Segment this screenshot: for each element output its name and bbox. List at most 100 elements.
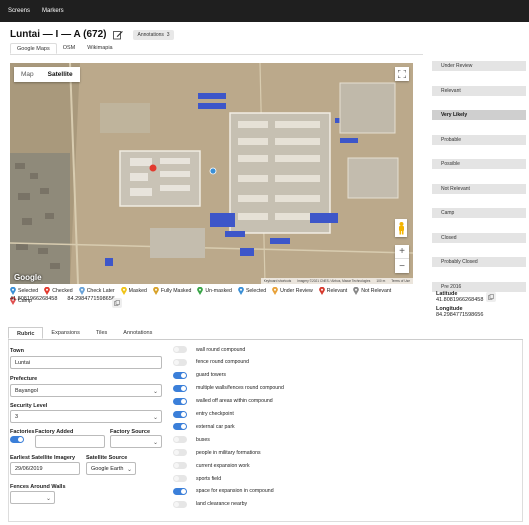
latlng-block: Latitude 41.8081966268458 Longitude 84.2… [436,291,483,318]
tab-annotations[interactable]: Annotations [115,327,160,339]
legend-item: Check Later [78,287,115,295]
prefecture-select[interactable]: Bayangol ⌄ [10,384,162,397]
checklist-toggle[interactable] [173,436,187,444]
checklist-label: fence round compound [196,359,250,366]
coords-lat: 41.8081966268458 [10,296,58,302]
checklist-toggle[interactable] [173,423,187,431]
tab-tiles[interactable]: Tiles [88,327,115,339]
checklist-toggle[interactable] [173,397,187,405]
google-logo: Google [14,273,42,282]
checklist-toggle[interactable] [173,462,187,470]
satellite-source-select[interactable]: Google Earth ⌄ [86,462,136,475]
imagery-credit: Imagery ©2021 CNES / Airbus, Maxar Techn… [297,279,371,283]
factories-label: Factories [10,429,35,435]
checklist-label: walled off areas within compound [196,398,273,405]
factory-source-select[interactable]: ⌄ [110,435,162,448]
status-option[interactable]: Probable [432,134,526,145]
checklist-label: people in military formations [196,449,261,456]
status-option[interactable]: Camp [432,208,526,218]
map-pin-icon [272,287,278,295]
street-view-pegman[interactable] [395,219,407,237]
factory-added-input[interactable] [35,435,105,448]
factories-toggle[interactable] [10,436,24,443]
tab-wikimapia[interactable]: Wikimapia [81,43,118,54]
chevron-down-icon: ⌄ [152,389,158,395]
page-title: Luntai — I — A (672) [10,29,107,40]
legend-item: Selected [10,287,38,295]
checklist-label: entry checkpoint [196,411,234,417]
tab-rubric[interactable]: Rubric [8,327,44,339]
checklist-toggle[interactable] [173,358,187,366]
legend-item: Un-masked [197,287,232,295]
security-select[interactable]: 3 ⌄ [10,410,162,423]
chevron-down-icon: ⌄ [152,415,158,421]
copy-latlng-button[interactable] [486,292,496,302]
prefecture-value: Bayangol [15,387,38,394]
tab-osm[interactable]: OSM [57,43,82,54]
map-pin-icon [318,287,325,295]
map-pin-icon [197,287,204,295]
checklist-row: entry checkpoint [173,410,234,418]
legend-label: Not Relevant [361,288,392,294]
status-option[interactable]: Closed [432,232,526,243]
town-input[interactable]: Luntai [10,356,162,369]
checklist-toggle[interactable] [173,410,187,418]
tab-expansions[interactable]: Expansions [43,327,87,339]
status-option[interactable]: Very Likely [432,110,526,120]
legend-label: Checked [52,288,73,294]
legend-item: Selected [238,287,266,295]
satellite-view-button[interactable]: Satellite [41,67,80,82]
map-tabs: Google Maps OSM Wikimapia [10,43,423,55]
edit-icon[interactable] [112,30,123,40]
terms-link[interactable]: Terms of Use [391,279,410,283]
fullscreen-button[interactable] [395,67,409,81]
coords-lng: 84.2984771598656 [67,296,115,302]
map-pin-icon [120,287,127,295]
earliest-imagery-input[interactable]: 29/06/2019 [10,462,80,475]
town-label: Town [10,348,24,354]
satellite-map[interactable]: Map Satellite + − Google Keyboard shortc… [10,63,413,284]
copy-coords-button[interactable] [112,298,122,308]
checklist-toggle[interactable] [173,346,187,353]
checklist-label: multiple walls/fences round compound [196,385,284,392]
checklist-row: sports field [173,475,221,482]
checklist-row: current expansion work [173,462,250,470]
legend-item: Relevant [318,287,347,295]
scale-label: 100 m [376,279,386,283]
checklist-toggle[interactable] [173,449,187,457]
satellite-source-value: Google Earth [91,465,124,472]
checklist-toggle[interactable] [173,487,187,495]
checklist-label: land clearance nearby [196,501,248,508]
legend-item: Not Relevant [353,287,391,295]
checklist-label: external car park [196,423,235,430]
zoom-in-button[interactable]: + [395,245,409,259]
checklist-row: people in military formations [173,449,261,457]
legend-label: Selected [18,288,39,294]
status-option[interactable]: Not Relevant [432,183,526,194]
status-option[interactable]: Under Review [432,61,526,71]
legend-item: Fully Masked [153,287,191,295]
security-value: 3 [15,413,19,420]
status-option[interactable]: Possible [432,159,526,169]
status-option[interactable]: Relevant [432,85,526,96]
nav-markers[interactable]: Markers [42,8,64,14]
checklist-row: wall round compound [173,346,245,353]
zoom-out-button[interactable]: − [395,259,409,273]
fences-select[interactable]: ⌄ [10,491,55,504]
map-pin-icon [78,287,85,295]
checklist-toggle[interactable] [173,475,187,482]
checklist-label: wall round compound [196,346,246,353]
security-label: Security Level [10,403,48,409]
checklist-toggle[interactable] [173,500,187,508]
status-option[interactable]: Pre 2016 [432,281,526,292]
satellite-source-label: Satellite Source [86,455,128,461]
keyboard-shortcuts-link[interactable]: Keyboard shortcuts [264,279,291,283]
checklist-toggle[interactable] [173,371,187,379]
map-view-button[interactable]: Map [14,67,41,82]
earliest-imagery-value: 29/06/2019 [15,465,43,472]
legend-label: Check Later [86,288,115,294]
tab-google-maps[interactable]: Google Maps [10,43,57,54]
nav-screens[interactable]: Screens [8,8,30,14]
checklist-toggle[interactable] [173,384,187,392]
status-option[interactable]: Probably Closed [432,257,526,267]
